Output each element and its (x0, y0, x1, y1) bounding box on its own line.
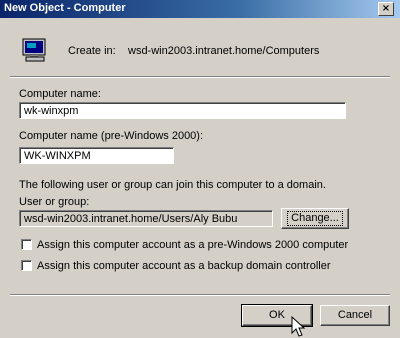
computer-name-label: Computer name: (19, 88, 101, 100)
join-domain-text: The following user or group can join thi… (19, 179, 326, 191)
window-title: New Object - Computer (4, 2, 126, 14)
header-divider (10, 76, 390, 78)
computer-icon (22, 38, 46, 62)
backup-dc-checkbox-label[interactable]: Assign this computer account as a backup… (37, 260, 331, 272)
create-in-label: Create in: (68, 45, 116, 57)
backup-dc-checkbox[interactable] (21, 260, 32, 271)
mouse-pointer-icon (291, 316, 306, 337)
computer-name-input[interactable]: wk-winxpm (19, 102, 346, 119)
user-group-label: User or group: (19, 196, 90, 208)
cancel-button[interactable]: Cancel (320, 305, 390, 326)
new-object-dialog: New Object - Computer × Create in: wsd-w… (0, 0, 400, 337)
title-bar[interactable]: New Object - Computer × (0, 0, 400, 18)
pre2000-name-label: Computer name (pre-Windows 2000): (19, 130, 204, 142)
create-in-path: wsd-win2003.intranet.home/Computers (128, 45, 320, 57)
pre2000-name-input[interactable]: WK-WINXPM (19, 147, 174, 164)
change-button[interactable]: Change... (281, 208, 349, 229)
pre2000-checkbox-label[interactable]: Assign this computer account as a pre-Wi… (37, 239, 348, 251)
pre2000-checkbox[interactable] (21, 239, 32, 250)
user-group-field: wsd-win2003.intranet.home/Users/Aly Bubu (19, 210, 273, 227)
change-button-label: Change... (287, 211, 343, 226)
close-button[interactable]: × (378, 2, 394, 16)
footer-divider (10, 294, 390, 296)
